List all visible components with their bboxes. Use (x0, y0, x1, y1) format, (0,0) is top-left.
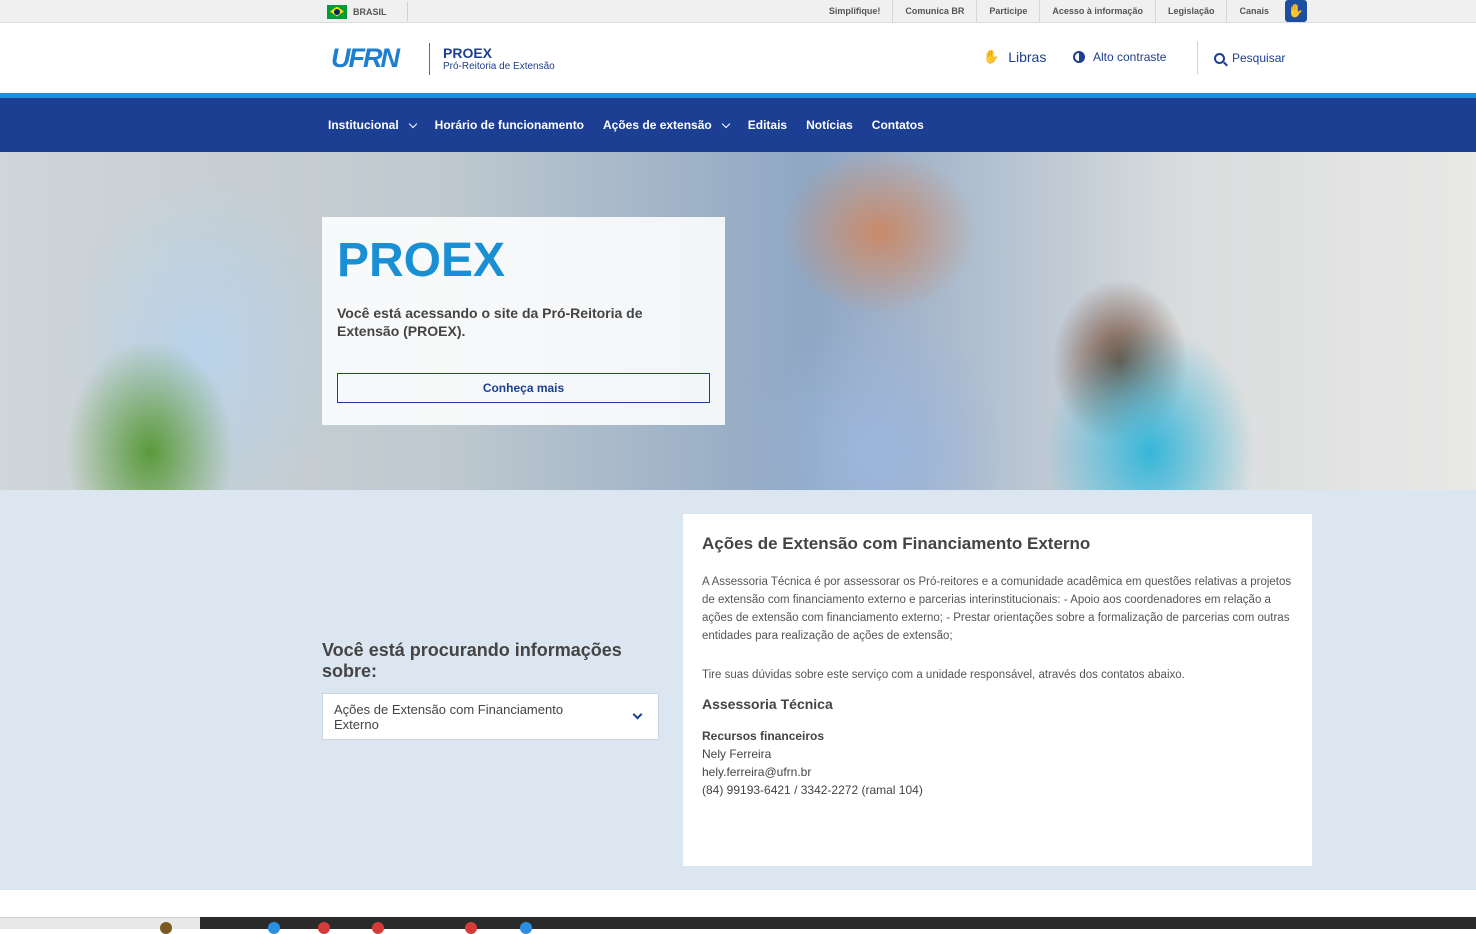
site-title[interactable]: PROEX (443, 45, 492, 61)
gov-links: Simplifique! Comunica BR Participe Acess… (817, 0, 1281, 23)
gov-bar: BRASIL Simplifique! Comunica BR Particip… (0, 0, 1476, 23)
taskbar-app-icon[interactable] (465, 922, 477, 934)
libras-button[interactable]: ✋ Libras (983, 49, 1046, 65)
brasil-link[interactable]: BRASIL (327, 2, 408, 21)
info-panel: Ações de Extensão com Financiamento Exte… (683, 514, 1312, 866)
nav-item-acoes[interactable]: Ações de extensão (603, 118, 730, 132)
nav-label: Horário de funcionamento (434, 118, 585, 132)
libras-label: Libras (1008, 49, 1047, 65)
hero-banner-photo: PROEX Você está acessando o site da Pró-… (0, 152, 1476, 490)
question-heading: Você está procurando informações sobre: (322, 640, 622, 681)
hero-text: Você está acessando o site da Pró-Reitor… (337, 305, 643, 339)
search-icon (1214, 52, 1225, 64)
taskbar-app-icon[interactable] (372, 922, 384, 934)
taskbar-app-icon[interactable] (160, 922, 172, 934)
chevron-down-icon (408, 119, 417, 128)
contrast-icon (1073, 51, 1085, 63)
search-button[interactable]: Pesquisar (1214, 51, 1285, 65)
nav-label: Editais (747, 118, 788, 132)
contact-email[interactable]: hely.ferreira@ufrn.br (702, 763, 923, 781)
site-subtitle: Pró-Reitoria de Extensão (443, 61, 555, 72)
contrast-label: Alto contraste (1093, 50, 1167, 64)
ufrn-logo[interactable]: UFRN (331, 43, 400, 74)
panel-description: A Assessoria Técnica é por assessorar os… (702, 576, 1292, 642)
logo-divider (429, 43, 430, 75)
nav-item-horario[interactable]: Horário de funcionamento (435, 118, 584, 132)
topic-select[interactable]: Ações de Extensão com Financiamento Exte… (322, 693, 659, 740)
main-nav: Institucional Horário de funcionamento A… (0, 98, 1476, 152)
search-label: Pesquisar (1232, 51, 1286, 65)
vlibras-hands-icon[interactable]: ✋ (1285, 0, 1307, 22)
hero-title: PROEX (337, 234, 506, 287)
nav-label: Ações de extensão (603, 118, 712, 132)
gov-link-acesso[interactable]: Acesso à informação (1039, 0, 1155, 23)
chevron-down-icon (721, 119, 730, 128)
hands-icon: ✋ (983, 49, 1000, 64)
contact-block: Recursos financeiros Nely Ferreira hely.… (702, 727, 923, 799)
nav-item-institucional[interactable]: Institucional (328, 118, 417, 132)
nav-label: Institucional (328, 118, 399, 132)
info-section: Você está procurando informações sobre: … (0, 490, 1476, 890)
nav-item-contatos[interactable]: Contatos (872, 118, 924, 132)
panel-title: Ações de Extensão com Financiamento Exte… (702, 534, 1091, 553)
taskbar (200, 917, 1476, 929)
gov-link-legislacao[interactable]: Legislação (1154, 0, 1227, 23)
responsible-unit: Assessoria Técnica (702, 696, 833, 712)
panel-tip: Tire suas dúvidas sobre este serviço com… (702, 669, 1185, 681)
chevron-down-icon (632, 709, 643, 720)
gov-link-simplifique[interactable]: Simplifique! (817, 0, 893, 23)
taskbar-app-icon[interactable] (520, 922, 532, 934)
learn-more-button[interactable]: Conheça mais (337, 373, 710, 403)
nav-label: Contatos (871, 118, 924, 132)
taskbar-app-icon[interactable] (318, 922, 330, 934)
contact-phone: (84) 99193-6421 / 3342-2272 (ramal 104) (702, 783, 923, 797)
gov-link-canais[interactable]: Canais (1226, 0, 1281, 23)
gov-link-participe[interactable]: Participe (976, 0, 1039, 23)
brazil-flag-icon (327, 4, 347, 19)
high-contrast-button[interactable]: Alto contraste (1073, 50, 1166, 64)
brasil-label: BRASIL (353, 6, 387, 17)
gov-link-comunica[interactable]: Comunica BR (892, 0, 976, 23)
contact-name: Nely Ferreira (702, 747, 772, 761)
nav-item-editais[interactable]: Editais (748, 118, 787, 132)
topic-select-value: Ações de Extensão com Financiamento Exte… (334, 702, 564, 732)
page-bottom (0, 890, 1476, 934)
hero-card: PROEX Você está acessando o site da Pró-… (322, 217, 725, 425)
nav-label: Notícias (806, 118, 853, 132)
taskbar-app-icon[interactable] (268, 922, 280, 934)
header-divider (1197, 41, 1198, 74)
nav-item-noticias[interactable]: Notícias (806, 118, 853, 132)
contact-role: Recursos financeiros (702, 729, 825, 743)
site-header: UFRN PROEX Pró-Reitoria de Extensão ✋ Li… (0, 23, 1476, 93)
